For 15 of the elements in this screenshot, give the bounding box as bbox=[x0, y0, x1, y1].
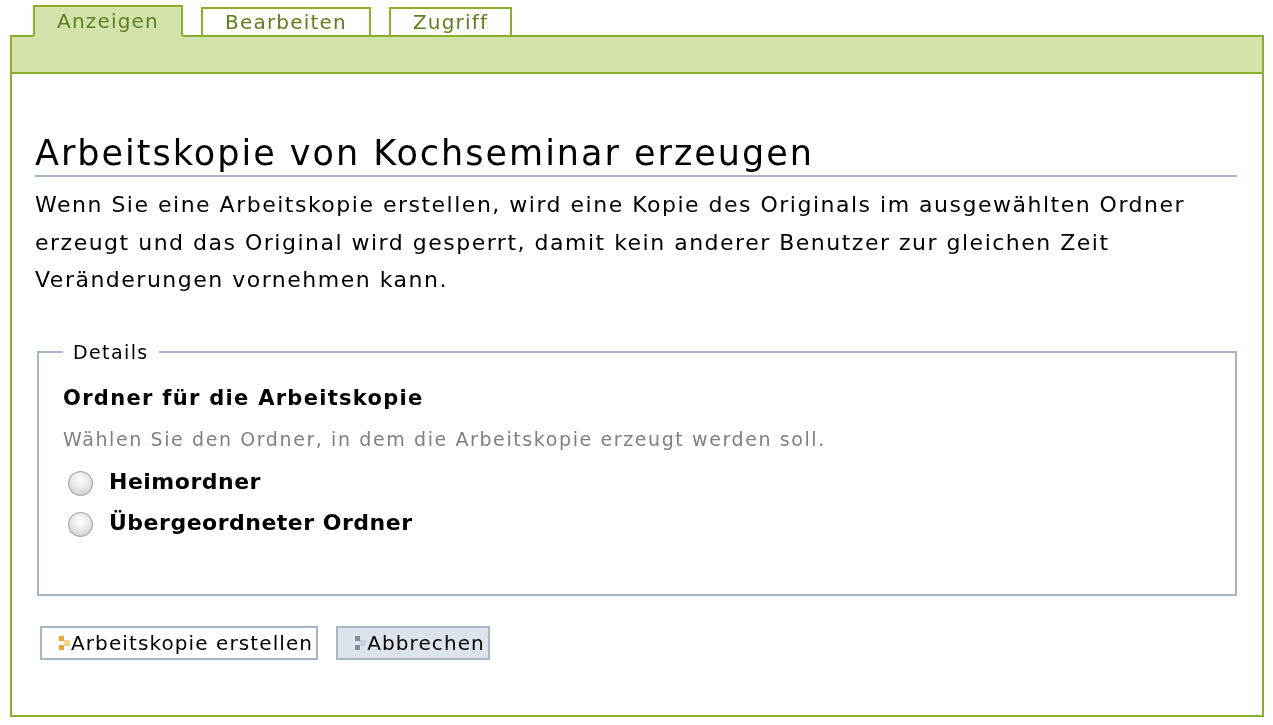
squares-icon bbox=[355, 635, 367, 650]
fieldset-legend: Details bbox=[73, 339, 149, 364]
radio-label[interactable]: Übergeordneter Ordner bbox=[109, 509, 413, 535]
action-button[interactable]: Arbeitskopie erstellen bbox=[40, 625, 319, 660]
field-hint: Wählen Sie den Ordner, in dem die Arbeitskopie erzeugt werden soll. bbox=[63, 426, 827, 452]
radio-button[interactable] bbox=[68, 470, 93, 496]
tab[interactable]: Bearbeiten bbox=[201, 7, 371, 35]
radio-button[interactable] bbox=[68, 511, 93, 537]
squares-icon bbox=[59, 635, 70, 650]
field-label: Ordner für die Arbeitskopie bbox=[63, 384, 425, 412]
page-title: Arbeitskopie von Kochseminar erzeugen bbox=[35, 133, 1237, 177]
radio-label[interactable]: Heimordner bbox=[109, 468, 261, 494]
action-button[interactable]: Abbrechen bbox=[336, 625, 490, 660]
tab[interactable]: Zugriff bbox=[388, 7, 513, 35]
description-text: Wenn Sie eine Arbeitskopie erstellen, wird eine Kopie des Originals im ausgewählten Ordner erzeugt und das Original wird gesperrt, damit kein anderer Benutzer zur gleichen Zeit Veränderungen vornehmen kann. bbox=[35, 191, 1187, 294]
